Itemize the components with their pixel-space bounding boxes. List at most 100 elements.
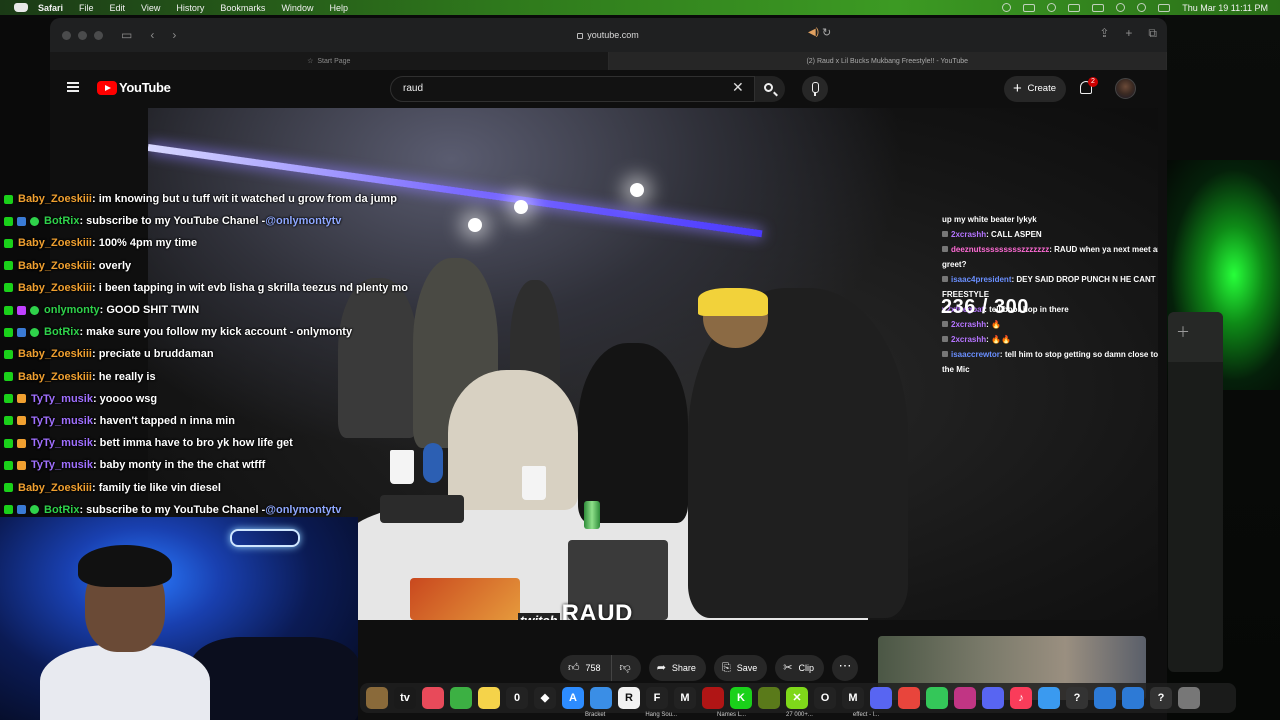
kick-badge-icon <box>4 194 13 204</box>
menu-edit[interactable]: Edit <box>110 3 126 13</box>
menu-icon[interactable] <box>67 82 79 92</box>
display-icon[interactable] <box>1068 3 1081 12</box>
back-icon[interactable]: ‹ <box>150 28 154 42</box>
trash-icon[interactable] <box>1178 687 1200 709</box>
menu-view[interactable]: View <box>141 3 160 13</box>
messages-icon[interactable] <box>926 687 948 709</box>
wifi-icon[interactable] <box>1116 3 1126 12</box>
verified-badge-icon <box>30 216 39 226</box>
create-button[interactable]: + Create <box>1004 76 1066 102</box>
m2-app-icon[interactable]: M <box>842 687 864 709</box>
desktop: ＋ Safari File Edit View History Bookmark… <box>0 0 1280 720</box>
kick-badge-icon <box>4 372 13 382</box>
menu-file[interactable]: File <box>79 3 94 13</box>
message-text: 🔥🔥 <box>991 335 1011 344</box>
share-icon[interactable]: ⇪ <box>1099 26 1109 41</box>
badge-icon <box>942 336 948 342</box>
battery-icon[interactable] <box>1092 3 1105 12</box>
chat-mention: @onlymontytv <box>265 215 342 228</box>
r-app-icon[interactable]: R <box>618 687 640 709</box>
tab-youtube[interactable]: (2) Raud x Lil Bucks Mukbang Freestyle!!… <box>608 52 1167 70</box>
close-window-button[interactable] <box>62 30 71 40</box>
menu-help[interactable]: Help <box>329 3 348 13</box>
reload-icon[interactable]: ↻ <box>822 26 831 39</box>
share-label: Share <box>671 663 696 673</box>
menu-bookmarks[interactable]: Bookmarks <box>220 3 265 13</box>
zoom-window-button[interactable] <box>94 30 103 40</box>
globe2-icon[interactable] <box>1122 687 1144 709</box>
control-center-icon[interactable] <box>1158 3 1171 12</box>
dislike-button[interactable]: 👎︎ <box>611 655 641 681</box>
forward-icon[interactable]: › <box>172 28 176 42</box>
record-app-icon[interactable] <box>702 687 724 709</box>
twitch-chat-overlay: Baby_Zoeskiii : im knowing but u tuff wi… <box>0 188 440 521</box>
search-input[interactable]: raud <box>390 76 755 102</box>
audio-playing-icon[interactable]: ◀) <box>808 27 819 38</box>
tab-overview-icon[interactable]: ⧉ <box>1148 26 1157 41</box>
m-app-icon[interactable]: M <box>674 687 696 709</box>
video-actions: 👍︎ 758 👎︎ ➦ Share ⎘ Save ✂ Clip ⋯ <box>560 655 859 681</box>
like-button[interactable]: 👍︎ 758 <box>560 655 611 681</box>
badge-icon <box>942 351 948 357</box>
menu-window[interactable]: Window <box>281 3 313 13</box>
voice-search-button[interactable] <box>802 76 828 102</box>
new-tab-icon[interactable]: ＋ <box>1176 322 1190 342</box>
chrome-icon[interactable] <box>898 687 920 709</box>
f-app-icon[interactable]: F <box>646 687 668 709</box>
apple-logo-icon[interactable] <box>14 3 28 12</box>
status-circle-icon[interactable] <box>1002 3 1012 12</box>
spotlight-icon[interactable] <box>1137 3 1147 12</box>
safari-icon[interactable] <box>1038 687 1060 709</box>
menu-clock[interactable]: Thu Mar 19 11:11 PM <box>1182 3 1268 13</box>
like-dislike-group: 👍︎ 758 👎︎ <box>560 655 641 681</box>
news-icon[interactable] <box>422 687 444 709</box>
apple-tv-icon[interactable]: tv <box>394 687 416 709</box>
help-icon[interactable]: ? <box>1066 687 1088 709</box>
window-controls <box>62 30 103 40</box>
search-button[interactable] <box>755 76 785 102</box>
mod-badge-icon <box>17 327 26 337</box>
clear-search-icon[interactable]: ✕ <box>732 80 744 94</box>
kick-badge-icon <box>4 394 13 404</box>
mod-badge-icon <box>17 505 26 515</box>
clip-button[interactable]: ✂ Clip <box>775 655 825 681</box>
chat-username: BotRix <box>44 503 80 516</box>
banana-app-icon[interactable] <box>758 687 780 709</box>
minimize-window-button[interactable] <box>78 30 87 40</box>
account-avatar[interactable] <box>1115 78 1136 99</box>
diamond-app-icon[interactable]: ◆ <box>534 687 556 709</box>
app-store-icon[interactable]: A <box>562 687 584 709</box>
neon-sign <box>230 529 300 547</box>
menu-history[interactable]: History <box>176 3 204 13</box>
thumbs-up-icon: 👍︎ <box>568 662 580 674</box>
discord-icon[interactable] <box>982 687 1004 709</box>
discord-bot-icon[interactable] <box>870 687 892 709</box>
globe-icon[interactable] <box>1094 687 1116 709</box>
music-icon[interactable]: ♪ <box>1010 687 1032 709</box>
notes-icon[interactable] <box>478 687 500 709</box>
o-app-icon[interactable]: O <box>814 687 836 709</box>
youtube-logo[interactable]: YouTube <box>97 80 171 95</box>
focus-icon[interactable] <box>1047 3 1057 12</box>
chat-message: Baby_Zoeskiii : i been tapping in wit ev… <box>0 277 440 299</box>
help2-icon[interactable]: ? <box>1150 687 1172 709</box>
finder-icon[interactable] <box>366 687 388 709</box>
x-app-icon[interactable]: ✕ <box>786 687 808 709</box>
chat-username: isaaccrewtor <box>951 350 1000 359</box>
screen-record-icon[interactable] <box>1023 3 1036 12</box>
numbers-icon[interactable] <box>450 687 472 709</box>
save-button[interactable]: ⎘ Save <box>713 655 768 681</box>
tab-title: (2) Raud x Lil Bucks Mukbang Freestyle!!… <box>806 57 969 65</box>
more-actions-button[interactable]: ⋯ <box>832 655 859 681</box>
tab-start-page[interactable]: ☆ Start Page <box>50 52 609 70</box>
preview-icon[interactable] <box>590 687 612 709</box>
kick-icon[interactable]: K <box>730 687 752 709</box>
share-button[interactable]: ➦ Share <box>648 655 706 681</box>
chat-username: 2xcrashh <box>951 320 987 329</box>
instagram-icon[interactable] <box>954 687 976 709</box>
new-tab-button[interactable]: + <box>1125 26 1132 41</box>
address-bar[interactable]: youtube.com <box>378 25 838 45</box>
sidebar-toggle-icon[interactable]: ▭ <box>121 28 132 42</box>
menu-app-name[interactable]: Safari <box>38 3 63 13</box>
zero-app-icon[interactable]: 0 <box>506 687 528 709</box>
